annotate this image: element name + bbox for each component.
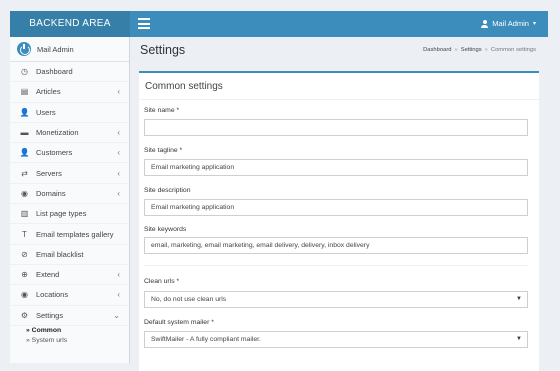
main-content: Settings Dashboard » Settings » Common s… xyxy=(130,37,548,371)
user-icon xyxy=(481,20,489,28)
clean-urls-selected: No, do not use clean urls xyxy=(151,296,227,303)
content-header: Settings Dashboard » Settings » Common s… xyxy=(130,37,548,63)
page-title: Settings xyxy=(140,43,186,57)
sidebar-item-servers[interactable]: ⇄ Servers ‹ xyxy=(10,163,129,184)
sidebar-item-label: Monetization xyxy=(36,128,79,138)
site-keywords-label: Site keywords xyxy=(144,226,187,233)
sidebar-item-articles[interactable]: ▤ Articles ‹ xyxy=(10,82,129,103)
breadcrumb-separator: » xyxy=(454,47,458,53)
sidebar-item-label: Customers xyxy=(36,148,73,158)
chevron-icon: ⌄ xyxy=(113,310,120,320)
sidebar-profile: Mail Admin xyxy=(10,37,129,62)
power-icon xyxy=(17,42,31,56)
servers-icon: ⇄ xyxy=(21,168,28,178)
default-mailer-label: Default system mailer * xyxy=(144,319,214,326)
box-title: Common settings xyxy=(139,73,539,100)
user-menu[interactable]: Mail Admin ▾ xyxy=(481,11,536,37)
clean-urls-label: Clean urls * xyxy=(144,278,180,285)
site-keywords-input[interactable]: email, marketing, email marketing, email… xyxy=(144,237,528,254)
breadcrumb-dashboard[interactable]: Dashboard xyxy=(423,47,451,53)
sidebar-subitem-system-urls[interactable]: » System urls xyxy=(10,336,129,346)
chevron-icon: ‹ xyxy=(117,290,120,300)
chevron-icon: ‹ xyxy=(117,87,120,97)
default-mailer-selected: SwiftMailer - A fully compliant mailer. xyxy=(151,336,261,343)
site-name-input[interactable] xyxy=(144,119,528,136)
sidebar-item-label: List page types xyxy=(36,209,87,219)
sidebar-item-monetization[interactable]: ▬ Monetization ‹ xyxy=(10,123,129,144)
user-menu-name: Mail Admin xyxy=(492,19,529,28)
sidebar-item-list-page-types[interactable]: ▥ List page types xyxy=(10,204,129,225)
sidebar-item-label: Locations xyxy=(36,290,69,300)
customers-icon: 👤 xyxy=(19,148,30,158)
breadcrumb-current: Common settings xyxy=(490,47,536,53)
chevron-icon: ‹ xyxy=(117,128,120,138)
chevron-icon: ‹ xyxy=(117,148,120,158)
breadcrumb-settings[interactable]: Settings xyxy=(461,47,482,53)
site-tagline-input[interactable]: Email marketing application xyxy=(144,159,528,176)
site-tagline-label: Site tagline * xyxy=(144,147,183,154)
chevron-icon: ‹ xyxy=(117,188,120,198)
settings-box: Common settings Site name * Site tagline… xyxy=(139,71,539,371)
sidebar-item-label: Settings xyxy=(36,310,64,320)
text-icon: T xyxy=(22,229,27,239)
list-icon: ▥ xyxy=(20,209,29,219)
sidebar-item-settings[interactable]: ⚙ Settings ⌄ xyxy=(10,306,129,326)
default-mailer-select[interactable]: SwiftMailer - A fully compliant mailer. … xyxy=(144,331,528,348)
user-icon: 👤 xyxy=(19,107,30,117)
chevron-icon: ‹ xyxy=(117,168,120,178)
sidebar-item-dashboard[interactable]: ◷ Dashboard xyxy=(10,62,129,83)
sidebar-item-label: Users xyxy=(36,107,56,117)
locations-icon: ◉ xyxy=(21,290,28,300)
gear-icon: ⚙ xyxy=(20,310,29,320)
site-name-label: Site name * xyxy=(144,107,180,114)
sidebar-item-label: Servers xyxy=(36,168,62,178)
sidebar-item-label: Domains xyxy=(36,188,66,198)
sidebar-item-label: Articles xyxy=(36,87,61,97)
book-icon: ▤ xyxy=(20,87,29,97)
sidebar-item-label: Email templates gallery xyxy=(36,229,114,239)
sidebar-item-extend[interactable]: ⊕ Extend ‹ xyxy=(10,265,129,286)
form-divider xyxy=(144,265,528,266)
top-navbar: BACKEND AREA Mail Admin ▾ xyxy=(10,11,548,37)
chevron-down-icon: ▼ xyxy=(516,336,522,342)
sidebar-toggle-icon[interactable] xyxy=(138,18,150,29)
sidebar-item-label: Extend xyxy=(36,270,60,280)
sidebar: Mail Admin ◷ Dashboard ▤ Articles ‹ 👤 Users ▬ Mo… xyxy=(10,37,130,363)
plus-circle-icon: ⊕ xyxy=(21,270,28,280)
sidebar-subitem-common[interactable]: » Common xyxy=(10,326,129,336)
sidebar-item-users[interactable]: 👤 Users xyxy=(10,103,129,123)
breadcrumb: Dashboard » Settings » Common settings xyxy=(423,47,536,53)
sidebar-item-email-blacklist[interactable]: ⊘ Email blacklist xyxy=(10,245,129,265)
sidebar-item-customers[interactable]: 👤 Customers ‹ xyxy=(10,143,129,164)
chevron-icon: ‹ xyxy=(117,270,120,280)
site-description-input[interactable]: Email marketing application xyxy=(144,199,528,216)
credit-card-icon: ▬ xyxy=(20,128,29,138)
chevron-down-icon: ▼ xyxy=(516,296,522,302)
sidebar-item-email-templates-gallery[interactable]: T Email templates gallery xyxy=(10,224,129,245)
caret-down-icon: ▾ xyxy=(532,21,536,27)
dashboard-icon: ◷ xyxy=(21,67,28,77)
globe-icon: ◉ xyxy=(21,188,28,198)
breadcrumb-separator: » xyxy=(484,47,488,53)
sidebar-item-domains[interactable]: ◉ Domains ‹ xyxy=(10,184,129,205)
sidebar-item-locations[interactable]: ◉ Locations ‹ xyxy=(10,285,129,306)
site-description-label: Site description xyxy=(144,187,191,194)
sidebar-item-label: Email blacklist xyxy=(36,249,84,259)
brand-logo[interactable]: BACKEND AREA xyxy=(10,11,130,37)
clean-urls-select[interactable]: No, do not use clean urls ▼ xyxy=(144,291,528,308)
profile-name: Mail Admin xyxy=(37,44,74,54)
sidebar-item-label: Dashboard xyxy=(36,67,73,77)
ban-icon: ⊘ xyxy=(21,249,28,259)
